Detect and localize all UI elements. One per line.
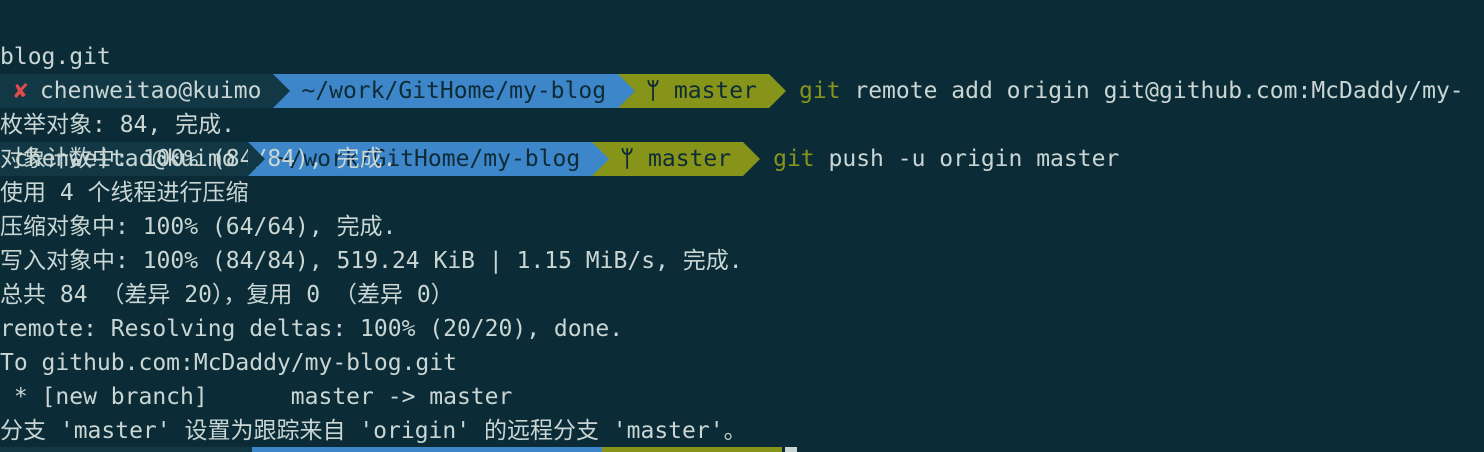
terminal-window[interactable]: ✘ chenweitao@kuimo ~/work/GitHome/my-blo… xyxy=(0,0,1484,452)
powerline-separator-icon xyxy=(743,142,761,176)
next-prompt-partial xyxy=(0,447,1484,452)
powerline-separator-icon xyxy=(592,142,610,176)
command-wrap-line: blog.git xyxy=(0,44,111,70)
prompt-branch: master xyxy=(648,146,732,172)
prompt-line-2: chenweitao@kuimo ~/work/GitHome/my-blog … xyxy=(0,74,1119,176)
powerline-separator-icon xyxy=(618,74,636,108)
git-branch-icon: ᛘ xyxy=(620,146,635,172)
prompt-dir-segment xyxy=(252,447,602,452)
output-line: 写入对象中: 100% (84/84), 519.24 KiB | 1.15 M… xyxy=(0,248,743,274)
powerline-separator-icon xyxy=(247,142,265,176)
command-git: git xyxy=(773,146,815,172)
output-line: remote: Resolving deltas: 100% (20/20), … xyxy=(0,316,624,342)
output-line: 总共 84 （差异 20），复用 0 （差异 0） xyxy=(0,282,454,308)
text-cursor xyxy=(785,447,797,452)
output-line: 使用 4 个线程进行压缩 xyxy=(0,180,249,206)
prompt-user-segment xyxy=(0,447,252,452)
powerline-separator-icon xyxy=(273,74,291,108)
output-line: 对象计数中: 100% (84/84), 完成. xyxy=(0,146,397,172)
prompt-git-segment: ᛘ master xyxy=(592,142,761,176)
command-args: push -u origin master xyxy=(814,146,1120,172)
prompt-git-segment xyxy=(602,447,782,452)
output-line: 分支 'master' 设置为跟踪来自 'origin' 的远程分支 'mast… xyxy=(0,418,747,444)
prompt-line-1: ✘ chenweitao@kuimo ~/work/GitHome/my-blo… xyxy=(0,6,1464,108)
output-line: * [new branch] master -> master xyxy=(0,384,513,410)
output-line: 枚举对象: 84, 完成. xyxy=(0,112,235,138)
powerline-separator-icon xyxy=(768,74,786,108)
output-line: To github.com:McDaddy/my-blog.git xyxy=(0,350,457,376)
output-line: 压缩对象中: 100% (64/64), 完成. xyxy=(0,214,397,240)
